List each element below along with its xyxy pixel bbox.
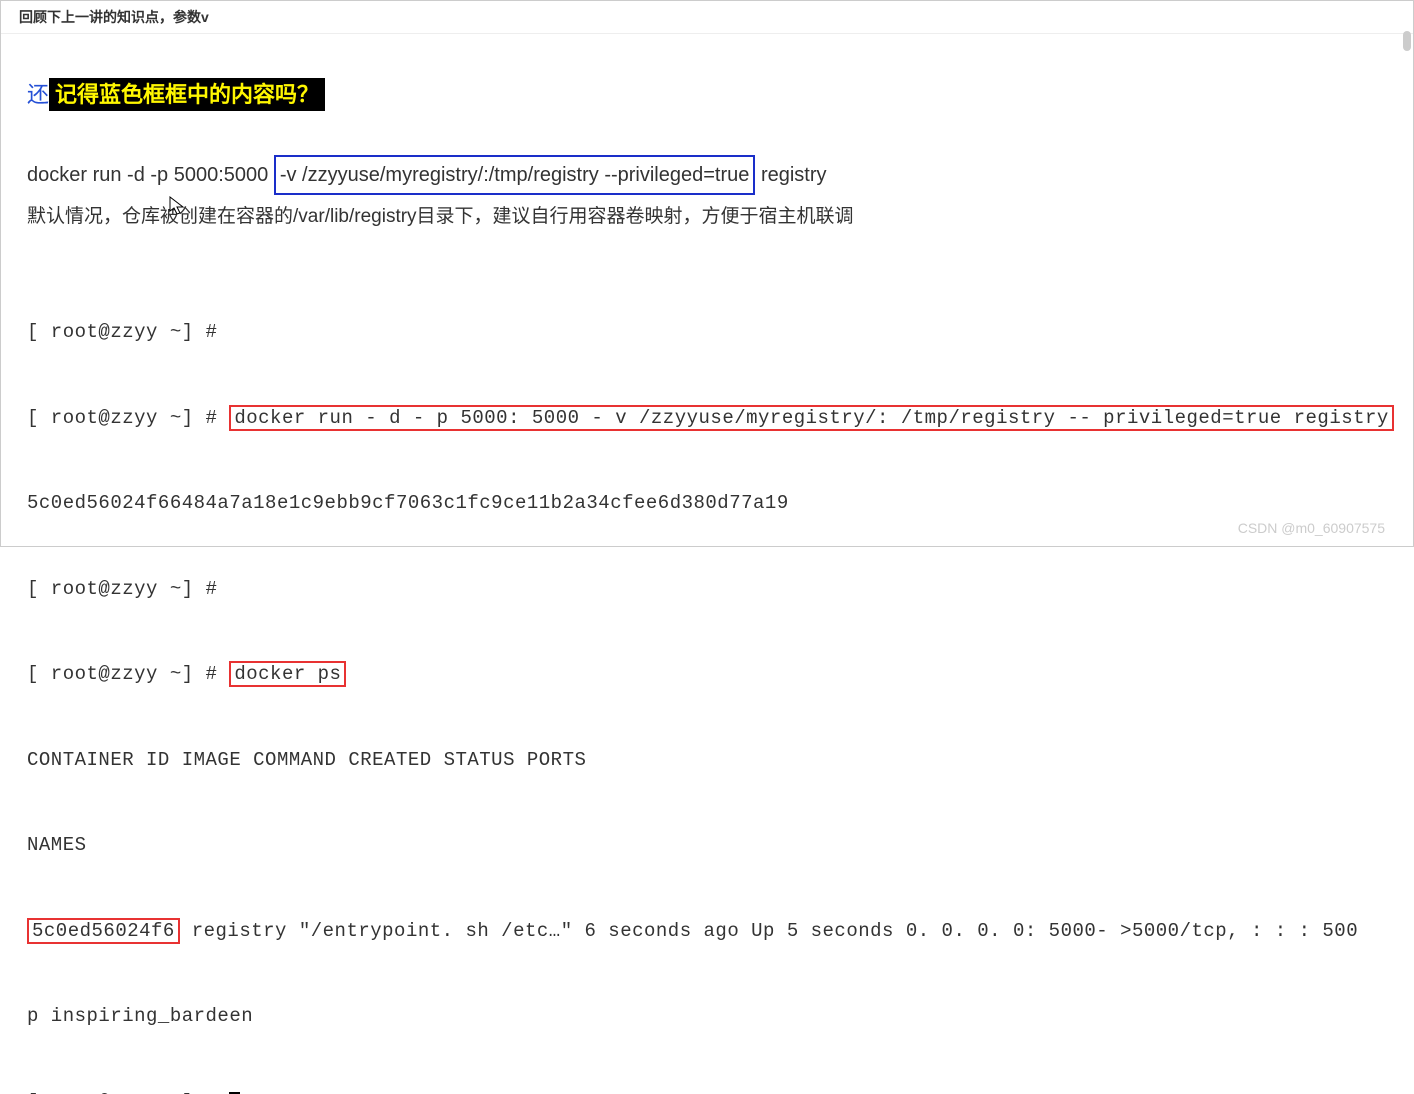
cmd-pre: docker run -d -p 5000:5000 — [27, 164, 274, 186]
terminal-ps-header-names: NAMES — [27, 831, 1387, 860]
cmd-volume-highlight: -v /zzyyuse/myregistry/:/tmp/registry --… — [274, 155, 756, 195]
terminal-line-run: [ root@zzyy ~] # docker run - d - p 5000… — [27, 404, 1387, 433]
terminal-ps-row: 5c0ed56024f6 registry "/entrypoint. sh /… — [27, 917, 1387, 946]
desc-part3: 目录下，建议自行用容器卷映射，方便于宿主机联调 — [417, 206, 854, 227]
command-section: docker run -d -p 5000:5000 -v /zzyyuse/m… — [27, 155, 1387, 1094]
desc-part1: 默认情况，仓库被创建在容器的 — [27, 206, 293, 227]
cmd-post: registry — [755, 164, 826, 186]
question-highlight: 记得蓝色框框中的内容吗？ — [49, 78, 325, 111]
terminal-cursor-icon — [229, 1092, 240, 1094]
terminal-line-empty1: [ root@zzyy ~] # — [27, 318, 1387, 347]
ps-row-rest: registry "/entrypoint. sh /etc…" 6 secon… — [180, 920, 1358, 942]
run-command-highlight: docker run - d - p 5000: 5000 - v /zzyyu… — [229, 405, 1393, 431]
watermark-text: CSDN @m0_60907575 — [1238, 520, 1385, 536]
terminal-ps-header: CONTAINER ID IMAGE COMMAND CREATED STATU… — [27, 746, 1387, 775]
terminal-line-empty2: [ root@zzyy ~] # — [27, 575, 1387, 604]
terminal-line-hash: 5c0ed56024f66484a7a18e1c9ebb9cf7063c1fc9… — [27, 489, 1387, 518]
content-area: 还记得蓝色框框中的内容吗？ docker run -d -p 5000:5000… — [1, 34, 1413, 1094]
ps-command-highlight: docker ps — [229, 661, 346, 687]
docker-command-display: docker run -d -p 5000:5000 -v /zzyyuse/m… — [27, 155, 1387, 195]
container-id-highlight: 5c0ed56024f6 — [27, 918, 180, 944]
question-heading: 还记得蓝色框框中的内容吗？ — [27, 78, 1387, 111]
description-text: 默认情况，仓库被创建在容器的/var/lib/registry目录下，建议自行用… — [27, 201, 1387, 233]
terminal-ps-names: p inspiring_bardeen — [27, 1002, 1387, 1031]
top-note: 回顾下上一讲的知识点，参数v — [1, 1, 1413, 34]
question-prefix: 还 — [27, 82, 49, 107]
terminal-line-cursor: [ root@zzyy ~] # — [27, 1088, 1387, 1094]
terminal-output: [ root@zzyy ~] # [ root@zzyy ~] # docker… — [27, 261, 1387, 1094]
desc-part2: /var/lib/registry — [293, 206, 417, 227]
terminal-line-ps: [ root@zzyy ~] # docker ps — [27, 660, 1387, 689]
